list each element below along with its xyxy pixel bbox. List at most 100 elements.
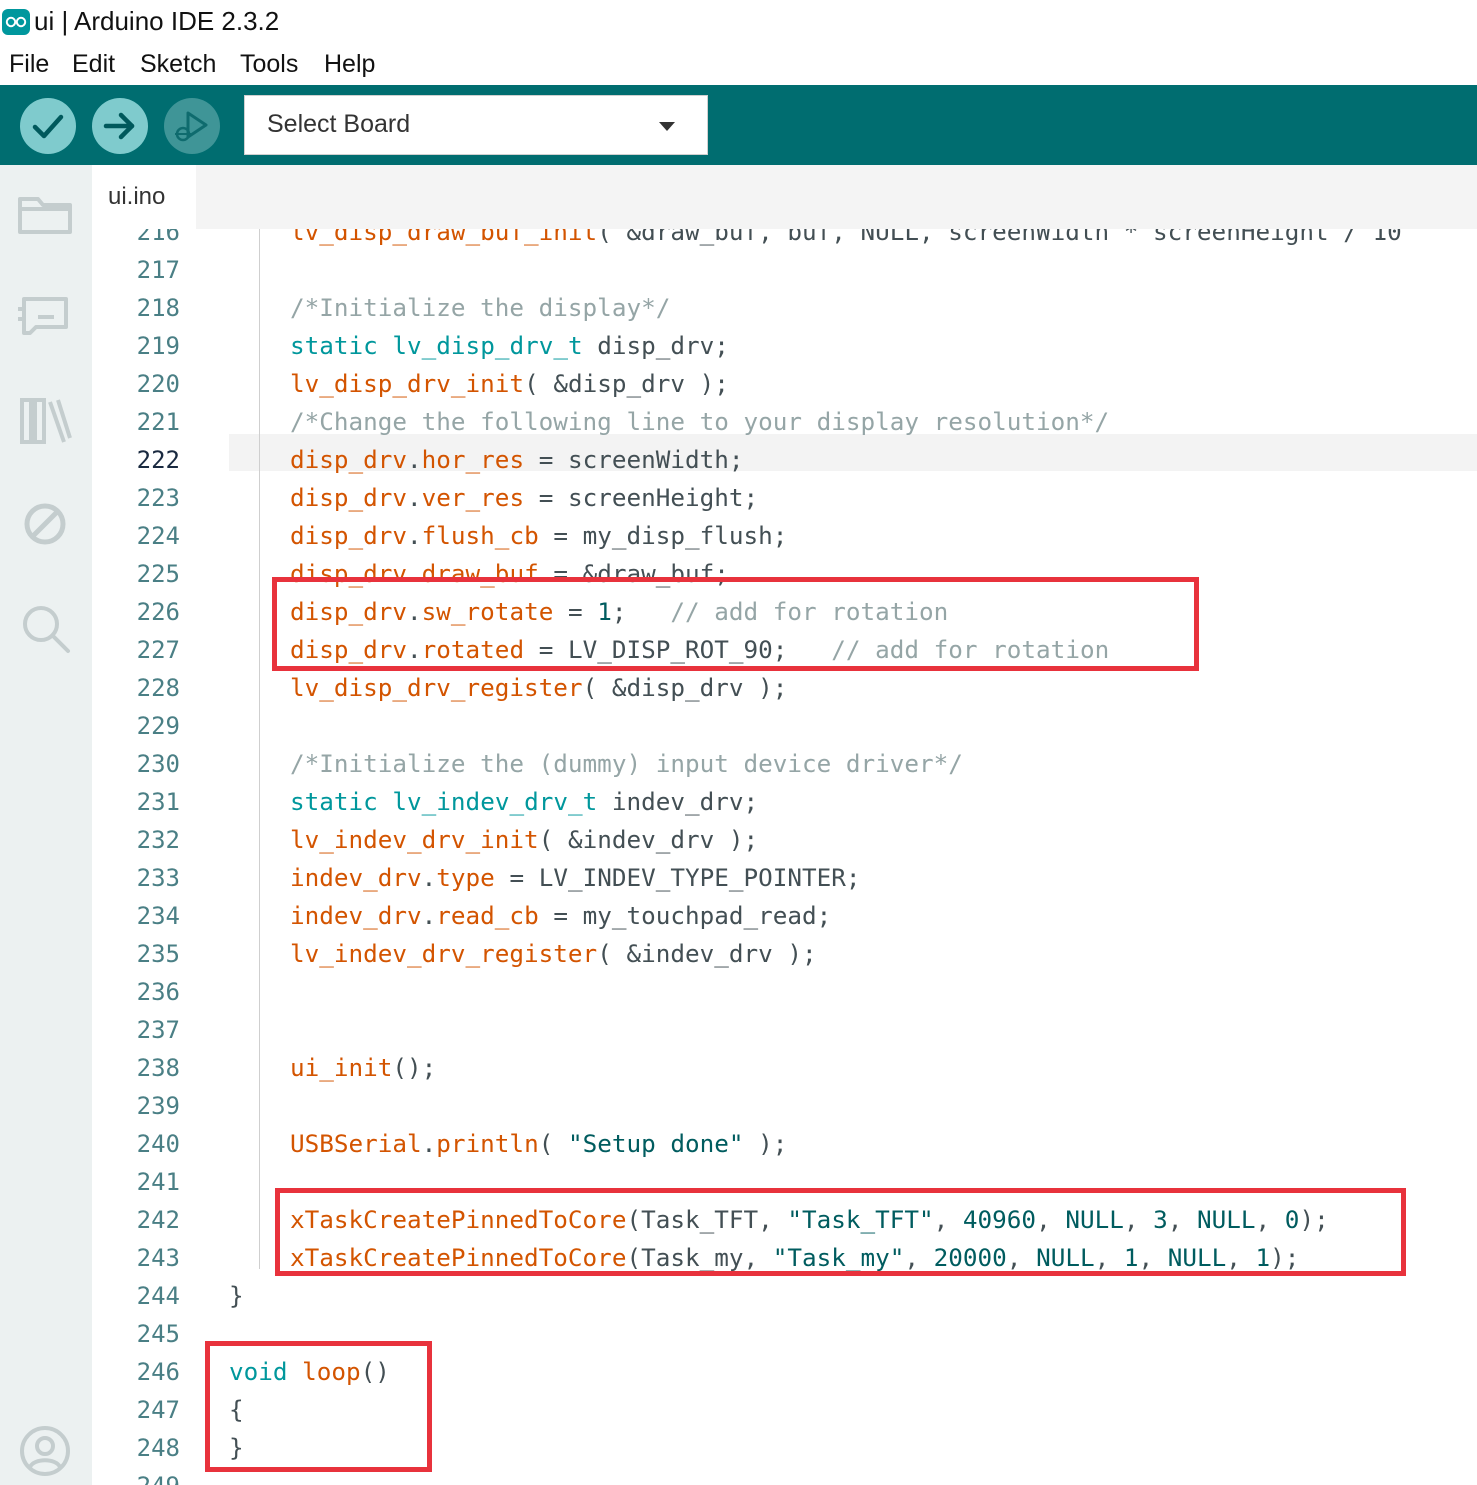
line-number: 227 [136, 636, 180, 664]
code-token: lv_disp_draw_buf_init [290, 229, 598, 246]
code-line[interactable]: } [229, 1277, 244, 1315]
code-token: indev_drv; [597, 787, 759, 816]
line-number: 248 [136, 1434, 180, 1462]
line-number: 220 [136, 370, 180, 398]
code-token: indev_drv [290, 863, 422, 892]
tab-ui-ino[interactable]: ui.ino [92, 165, 196, 229]
code-line[interactable]: /*Change the following line to your disp… [290, 403, 1109, 441]
code-token: ui_init [290, 1053, 393, 1082]
code-line[interactable]: lv_indev_drv_register( &indev_drv ); [290, 935, 817, 973]
code-token: . [407, 521, 422, 550]
code-line[interactable]: ui_init(); [290, 1049, 436, 1087]
debug-play-icon [175, 111, 208, 142]
verify-button[interactable] [20, 98, 76, 154]
code-token: ( [538, 1129, 568, 1158]
code-token: ( &disp_drv ); [524, 369, 729, 398]
line-number: 216 [136, 229, 180, 246]
line-number: 236 [136, 978, 180, 1006]
line-number: 229 [136, 712, 180, 740]
code-token: lv_indev_drv_init [290, 825, 539, 854]
code-token: lv_indev_drv_t [392, 787, 598, 816]
line-number: 243 [136, 1244, 180, 1272]
folder-icon[interactable] [14, 185, 76, 247]
code-token: lv_disp_drv_init [290, 369, 525, 398]
menu-edit[interactable]: Edit [72, 50, 115, 79]
code-line[interactable]: static lv_disp_drv_t disp_drv; [290, 327, 729, 365]
line-number: 235 [136, 940, 180, 968]
code-token: = my_disp_flush; [538, 521, 788, 550]
code-line[interactable]: USBSerial.println( "Setup done" ); [290, 1125, 787, 1163]
code-line[interactable]: disp_drv.flush_cb = my_disp_flush; [290, 517, 787, 555]
account-icon[interactable] [14, 1420, 76, 1482]
line-number: 224 [136, 522, 180, 550]
code-token: type [436, 863, 495, 892]
line-number: 247 [136, 1396, 180, 1424]
line-number: 238 [136, 1054, 180, 1082]
code-editor[interactable]: 216 217 218 219 220 221 222 223 224 225 226 227 228 2… [92, 229, 1477, 1485]
arduino-infinity-logo-icon [2, 9, 30, 35]
code-token: disp_drv; [582, 331, 729, 360]
line-number: 240 [136, 1130, 180, 1158]
toolbar: Select Board [0, 85, 1477, 165]
code-line[interactable]: static lv_indev_drv_t indev_drv; [290, 783, 758, 821]
code-line[interactable]: indev_drv.read_cb = my_touchpad_read; [290, 897, 831, 935]
line-number: 225 [136, 560, 180, 588]
code-token: disp_drv [290, 483, 408, 512]
code-line[interactable]: /*Initialize the display*/ [290, 289, 670, 327]
code-token: . [407, 445, 422, 474]
code-token: lv_disp_drv_register [290, 673, 583, 702]
search-icon[interactable] [14, 597, 76, 659]
code-token: . [421, 901, 437, 930]
line-number: 221 [136, 408, 180, 436]
menu-help[interactable]: Help [324, 50, 375, 79]
debug-button[interactable] [164, 98, 220, 154]
code-line[interactable]: /*Initialize the (dummy) input device dr… [290, 745, 963, 783]
menu-sketch[interactable]: Sketch [140, 50, 216, 79]
line-number: 219 [136, 332, 180, 360]
code-token: = screenWidth; [524, 445, 744, 474]
code-token: ( &indev_drv ); [538, 825, 759, 854]
line-number: 218 [136, 294, 180, 322]
code-line[interactable]: lv_indev_drv_init( &indev_drv ); [290, 821, 758, 859]
code-line[interactable]: lv_disp_drv_init( &disp_drv ); [290, 365, 729, 403]
board-select-label: Select Board [267, 110, 411, 138]
checkmark-icon [32, 114, 64, 139]
caret-down-icon [659, 122, 675, 131]
editor-tab-strip: ui.ino [92, 165, 1477, 229]
line-number: 231 [136, 788, 180, 816]
line-number: 226 [136, 598, 180, 626]
debug-off-icon[interactable] [14, 493, 76, 555]
indent-guide [259, 229, 260, 1269]
library-icon[interactable] [14, 390, 76, 452]
upload-button[interactable] [92, 98, 148, 154]
annotation-box-tasks [275, 1188, 1406, 1276]
line-number: 233 [136, 864, 180, 892]
code-token: = LV_INDEV_TYPE_POINTER; [494, 863, 861, 892]
code-line[interactable]: indev_drv.type = LV_INDEV_TYPE_POINTER; [290, 859, 861, 897]
window-title: ui | Arduino IDE 2.3.2 [34, 6, 280, 36]
code-line[interactable]: lv_disp_drv_register( &disp_drv ); [290, 669, 787, 707]
code-token: /*Change the following line to your disp… [290, 407, 1110, 436]
board-icon[interactable] [14, 285, 76, 347]
code-token: static [290, 331, 378, 360]
code-line[interactable]: lv_disp_draw_buf_init( &draw_buf, buf, N… [290, 229, 1402, 251]
title-bar: ui | Arduino IDE 2.3.2 [0, 0, 1477, 44]
code-token: (); [392, 1053, 437, 1082]
menu-file[interactable]: File [9, 50, 49, 79]
line-number: 239 [136, 1092, 180, 1120]
code-token: read_cb [436, 901, 539, 930]
code-token: lv_disp_drv_t [392, 331, 583, 360]
code-line[interactable]: disp_drv.hor_res = screenWidth; [290, 441, 744, 479]
board-select-dropdown[interactable]: Select Board [244, 95, 708, 155]
line-number: 222 [136, 446, 180, 474]
code-token: ( &indev_drv ); [597, 939, 817, 968]
code-token: static [290, 787, 378, 816]
code-line[interactable]: disp_drv.ver_res = screenHeight; [290, 479, 758, 517]
menu-tools[interactable]: Tools [240, 50, 298, 79]
activity-sidebar [0, 165, 92, 1485]
code-token: hor_res [421, 445, 525, 474]
line-number: 228 [136, 674, 180, 702]
line-number: 223 [136, 484, 180, 512]
code-token: disp_drv [290, 445, 408, 474]
